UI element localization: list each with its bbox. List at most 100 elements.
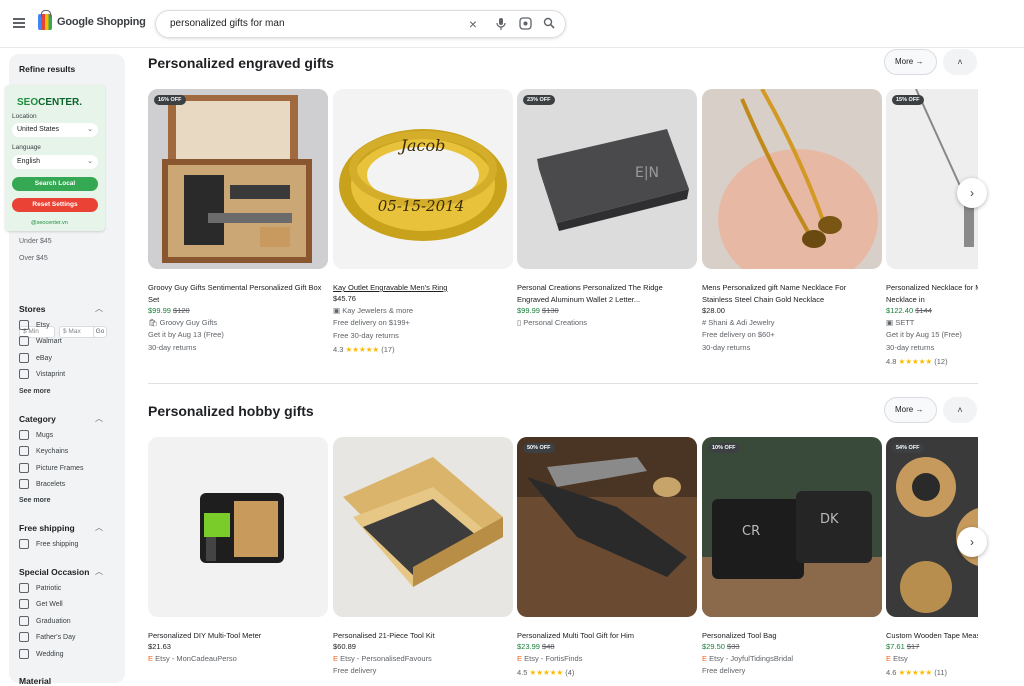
chevron-up-icon[interactable]: ︿ (95, 566, 103, 577)
wallet-initials: E|N (635, 165, 659, 181)
price-go-button[interactable]: Go (93, 326, 107, 338)
checkbox-icon[interactable] (19, 320, 29, 330)
microphone-icon[interactable] (494, 17, 508, 31)
checkbox-icon[interactable] (19, 583, 29, 593)
product-title[interactable]: Personal Creations Personalized The Ridg… (517, 282, 693, 306)
menu-icon[interactable] (13, 18, 25, 28)
returns-text: Free 30-day returns (333, 331, 399, 340)
store-checkbox[interactable]: Etsy (19, 320, 50, 330)
price-line: $60.89 (333, 642, 356, 651)
store-name[interactable]: 🛍 Groovy Guy Gifts (148, 318, 217, 327)
checkbox-icon[interactable] (19, 632, 29, 642)
occasion-checkbox[interactable]: Patriotic (19, 583, 61, 593)
store-name[interactable]: ▣ Kay Jewelers & more (333, 306, 413, 315)
product-title[interactable]: Mens Personalized gift Name Necklace For… (702, 282, 878, 306)
collapse-button[interactable]: ˄ (943, 397, 977, 423)
store-name[interactable]: E Etsy - JoyfulTidingsBridal (702, 654, 793, 663)
google-shopping-logo[interactable]: Google Shopping (38, 10, 146, 30)
refine-results-heading: Refine results (19, 64, 76, 74)
checkbox-icon[interactable] (19, 353, 29, 363)
stores-see-more[interactable]: See more (19, 388, 51, 395)
chevron-up-icon[interactable]: ︿ (95, 413, 103, 424)
occasion-checkbox[interactable]: Father's Day (19, 632, 75, 642)
discount-badge: 16% OFF (154, 95, 186, 105)
checkbox-icon[interactable] (19, 649, 29, 659)
delivery-text: Free delivery (333, 666, 377, 675)
checkbox-icon[interactable] (19, 336, 29, 346)
store-name[interactable]: ▯ Personal Creations (517, 318, 587, 327)
checkbox-icon[interactable] (19, 599, 29, 609)
search-local-button[interactable]: Search Local (12, 177, 98, 191)
category-heading: Category (19, 414, 56, 424)
product-title[interactable]: Personalised 21-Piece Tool Kit (333, 630, 509, 642)
carousel-next-button[interactable]: › (957, 527, 987, 557)
rating: 4.3 ★★★★★ (17) (333, 345, 395, 354)
price-line: $21.63 (148, 642, 171, 651)
collapse-button[interactable]: ˄ (943, 49, 977, 75)
checkbox-icon[interactable] (19, 463, 29, 473)
product-image[interactable]: CR DK 10% OFF (702, 437, 882, 617)
rating: 4.5 ★★★★★ (4) (517, 668, 575, 677)
product-title[interactable]: Personalized Tool Bag (702, 630, 878, 642)
store-checkbox[interactable]: eBay (19, 353, 52, 363)
chevron-up-icon[interactable]: ︿ (95, 303, 103, 314)
more-button[interactable]: More → (884, 397, 937, 423)
location-select[interactable]: United States ⌄ (12, 123, 98, 137)
language-select[interactable]: English ⌄ (12, 155, 98, 169)
product-image[interactable]: Jacob 05-15-2014 (333, 89, 513, 269)
price-under-link[interactable]: Under $45 (19, 238, 52, 245)
store-checkbox[interactable]: Vistaprint (19, 369, 65, 379)
store-name[interactable]: E Etsy - MonCadeauPerso (148, 654, 237, 663)
product-title[interactable]: Personalized Multi Tool Gift for Him (517, 630, 693, 642)
search-icon[interactable] (542, 17, 556, 31)
free-shipping-checkbox[interactable]: Free shipping (19, 539, 78, 549)
category-checkbox[interactable]: Bracelets (19, 479, 65, 489)
product-title[interactable]: Custom Wooden Tape Measure (886, 630, 978, 642)
store-checkbox[interactable]: Walmart (19, 336, 62, 346)
seo-center-link[interactable]: @seocenter.vn (31, 220, 68, 226)
product-image[interactable] (148, 437, 328, 617)
checkbox-icon[interactable] (19, 446, 29, 456)
chevron-up-icon[interactable]: ︿ (95, 522, 103, 533)
checkbox-icon[interactable] (19, 479, 29, 489)
reset-settings-button[interactable]: Reset Settings (12, 198, 98, 212)
store-name[interactable]: E Etsy - PersonalisedFavours (333, 654, 432, 663)
checkbox-icon[interactable] (19, 369, 29, 379)
occasion-checkbox[interactable]: Graduation (19, 616, 71, 626)
category-checkbox[interactable]: Mugs (19, 430, 53, 440)
product-image[interactable]: E|N 23% OFF (517, 89, 697, 269)
store-name[interactable]: # Shani & Adi Jewelry (702, 318, 775, 327)
product-title[interactable]: Kay Outlet Engravable Men's Ring (333, 282, 509, 294)
price-over-link[interactable]: Over $45 (19, 255, 48, 262)
store-name[interactable]: E Etsy - FortisFinds (517, 654, 582, 663)
product-image[interactable]: 54% OFF (886, 437, 978, 617)
checkbox-icon[interactable] (19, 616, 29, 626)
shopping-bag-icon (38, 10, 52, 30)
product-image[interactable]: 16% OFF (148, 89, 328, 269)
search-input[interactable] (170, 18, 450, 29)
product-title[interactable]: Groovy Guy Gifts Sentimental Personalize… (148, 282, 324, 306)
product-image[interactable] (333, 437, 513, 617)
chevron-right-icon: › (970, 186, 974, 200)
product-title[interactable]: Personalized Necklace for Men Hexagon Ba… (886, 282, 978, 306)
camera-lens-icon[interactable] (518, 17, 532, 31)
occasion-checkbox[interactable]: Wedding (19, 649, 64, 659)
carousel-next-button[interactable]: › (957, 178, 987, 208)
more-button[interactable]: More → (884, 49, 937, 75)
language-label: Language (12, 144, 41, 151)
product-title[interactable]: Personalized DIY Multi-Tool Meter (148, 630, 324, 642)
product-image[interactable] (702, 89, 882, 269)
price-line: $99.99 $130 (517, 306, 559, 315)
store-name[interactable]: E Etsy (886, 654, 908, 663)
arrow-right-icon: → (915, 405, 924, 414)
product-image[interactable]: 50% OFF (517, 437, 697, 617)
occasion-checkbox[interactable]: Get Well (19, 599, 63, 609)
clear-icon[interactable]: × (466, 17, 480, 31)
store-icon: 🛍 (148, 318, 158, 327)
checkbox-icon[interactable] (19, 539, 29, 549)
store-name[interactable]: ▣ SETT (886, 318, 914, 327)
category-checkbox[interactable]: Picture Frames (19, 463, 83, 473)
checkbox-icon[interactable] (19, 430, 29, 440)
category-see-more[interactable]: See more (19, 497, 51, 504)
category-checkbox[interactable]: Keychains (19, 446, 68, 456)
